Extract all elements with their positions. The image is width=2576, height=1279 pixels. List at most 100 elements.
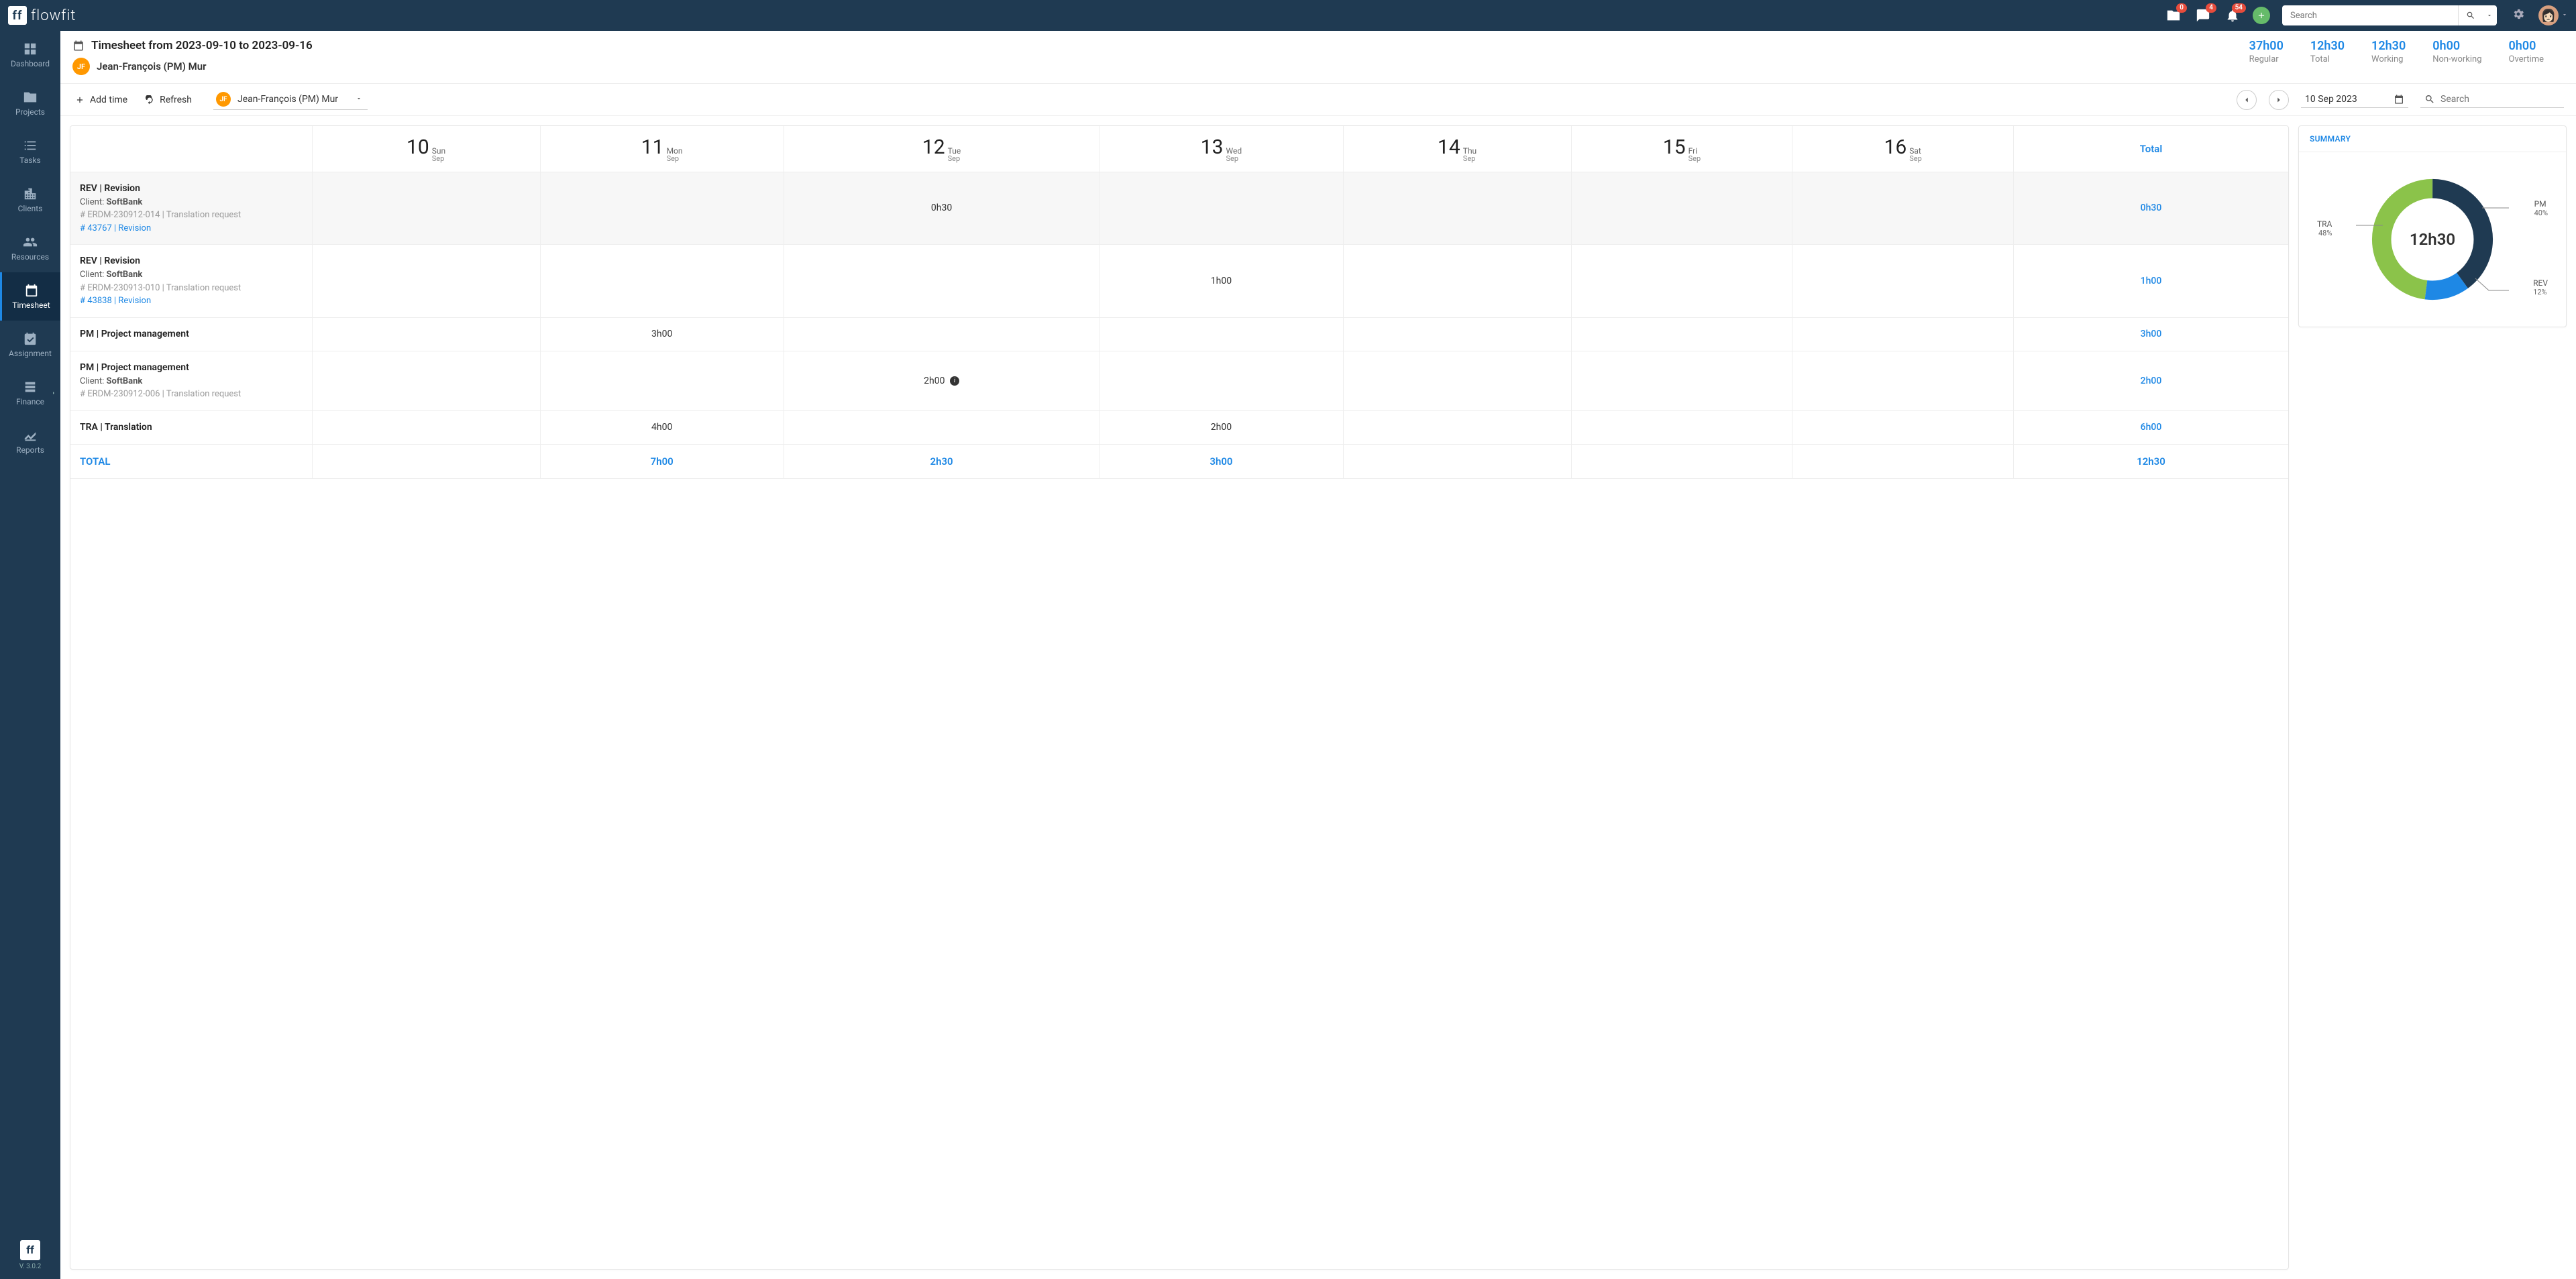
badge-bell: 54 (2232, 3, 2246, 13)
notifications-folder-icon[interactable]: 0 (2164, 6, 2183, 25)
timesheet-search-input[interactable] (2440, 94, 2560, 105)
time-cell[interactable] (312, 410, 540, 444)
time-cell[interactable]: 3h00 (540, 317, 784, 351)
time-cell[interactable] (1792, 317, 2014, 351)
time-cell[interactable] (784, 410, 1099, 444)
sidebar-item-timesheet[interactable]: Timesheet (0, 272, 60, 321)
donut-center-value: 12h30 (2365, 172, 2500, 307)
summary-panel: SUMMARY 12h30 PM 40 (2298, 125, 2567, 327)
user-avatar[interactable]: 👩🏻 (2538, 5, 2559, 25)
global-search-input[interactable] (2282, 11, 2458, 21)
time-cell[interactable] (540, 351, 784, 410)
row-title: REV | Revision (80, 182, 303, 196)
time-cell[interactable] (312, 317, 540, 351)
table-row[interactable]: PM | Project managementClient: SoftBank#… (70, 351, 2288, 410)
time-cell[interactable] (1792, 351, 2014, 410)
time-cell[interactable] (1571, 410, 1792, 444)
add-time-button[interactable]: Add time (72, 91, 130, 109)
table-row[interactable]: REV | RevisionClient: SoftBank# ERDM-230… (70, 245, 2288, 318)
time-cell[interactable] (1099, 317, 1343, 351)
row-total: 2h00 (2013, 351, 2288, 410)
total-cell: 7h00 (540, 444, 784, 479)
date-picker[interactable]: 10 Sep 2023 (2301, 91, 2408, 108)
total-cell: 2h30 (784, 444, 1099, 479)
sidebar-item-assignment[interactable]: Assignment (0, 321, 60, 369)
row-link[interactable]: # 43767 | Revision (80, 222, 303, 235)
next-week-button[interactable] (2269, 90, 2289, 110)
grand-total: 12h30 (2013, 444, 2288, 479)
time-cell[interactable] (784, 245, 1099, 318)
time-cell[interactable] (1343, 351, 1571, 410)
table-row[interactable]: REV | RevisionClient: SoftBank# ERDM-230… (70, 172, 2288, 245)
sidebar-item-dashboard[interactable]: Dashboard (0, 31, 60, 79)
day-column-header[interactable]: 13WedSep (1099, 126, 1343, 172)
sidebar-item-projects[interactable]: Projects (0, 79, 60, 127)
day-column-header[interactable]: 16SatSep (1792, 126, 2014, 172)
search-icon (2424, 94, 2435, 105)
time-cell[interactable] (1571, 172, 1792, 245)
table-row[interactable]: TRA | Translation4h002h006h00 (70, 410, 2288, 444)
user-selector[interactable]: JF Jean-François (PM) Mur (213, 89, 368, 110)
time-cell[interactable]: 2h00 (1099, 410, 1343, 444)
day-column-header[interactable]: 12TueSep (784, 126, 1099, 172)
time-cell[interactable]: 1h00 (1099, 245, 1343, 318)
time-cell[interactable] (1571, 317, 1792, 351)
chat-icon[interactable]: 4 (2194, 6, 2212, 25)
stat-label: Non-working (2432, 54, 2481, 64)
time-cell[interactable]: 4h00 (540, 410, 784, 444)
calendar-icon (2394, 94, 2404, 105)
time-cell[interactable] (312, 351, 540, 410)
row-reference: # ERDM-230912-006 | Translation request (80, 388, 303, 401)
settings-icon[interactable] (2512, 7, 2525, 23)
stat-label: Regular (2249, 54, 2284, 64)
header-stat: 37h00Regular (2249, 39, 2284, 64)
sidebar-item-finance[interactable]: Finance (0, 369, 60, 417)
time-cell[interactable] (1571, 351, 1792, 410)
time-cell[interactable] (784, 317, 1099, 351)
day-column-header[interactable]: 11MonSep (540, 126, 784, 172)
time-cell[interactable] (1571, 245, 1792, 318)
time-cell[interactable] (312, 245, 540, 318)
sidebar-item-resources[interactable]: Resources (0, 224, 60, 272)
day-column-header[interactable]: 14ThuSep (1343, 126, 1571, 172)
time-cell[interactable] (1343, 317, 1571, 351)
row-link[interactable]: # 43838 | Revision (80, 294, 303, 308)
time-cell[interactable] (1343, 410, 1571, 444)
time-cell[interactable]: 0h30 (784, 172, 1099, 245)
time-cell[interactable] (540, 172, 784, 245)
bell-icon[interactable]: 54 (2223, 6, 2242, 25)
time-cell[interactable] (1099, 172, 1343, 245)
time-cell[interactable]: 2h00 i (784, 351, 1099, 410)
sidebar-item-label: Clients (18, 204, 43, 213)
prev-week-button[interactable] (2237, 90, 2257, 110)
time-cell[interactable] (1792, 410, 2014, 444)
search-options-caret[interactable] (2482, 12, 2497, 19)
search-icon[interactable] (2458, 5, 2482, 25)
timesheet-search[interactable] (2420, 91, 2564, 108)
sidebar-item-tasks[interactable]: Tasks (0, 127, 60, 176)
app-logo[interactable]: ff flowfit (8, 6, 76, 25)
global-search[interactable] (2282, 5, 2497, 25)
sidebar-item-clients[interactable]: Clients (0, 176, 60, 224)
user-menu-caret[interactable] (2559, 10, 2568, 21)
version-icon: ff (20, 1240, 40, 1260)
sidebar-item-label: Reports (16, 445, 44, 455)
add-button[interactable] (2253, 7, 2270, 24)
sidebar-item-reports[interactable]: Reports (0, 417, 60, 465)
refresh-icon (145, 95, 154, 105)
badge-folder: 0 (2176, 3, 2187, 13)
time-cell[interactable] (540, 245, 784, 318)
selected-user-label: Jean-François (PM) Mur (237, 94, 338, 105)
table-row[interactable]: PM | Project management3h003h00 (70, 317, 2288, 351)
time-cell[interactable] (312, 172, 540, 245)
time-cell[interactable] (1343, 172, 1571, 245)
time-cell[interactable] (1792, 245, 2014, 318)
refresh-button[interactable]: Refresh (142, 91, 195, 109)
row-title: TRA | Translation (80, 421, 303, 435)
day-column-header[interactable]: 10SunSep (312, 126, 540, 172)
time-cell[interactable] (1099, 351, 1343, 410)
info-icon[interactable]: i (950, 376, 959, 386)
time-cell[interactable] (1792, 172, 2014, 245)
day-column-header[interactable]: 15FriSep (1571, 126, 1792, 172)
time-cell[interactable] (1343, 245, 1571, 318)
